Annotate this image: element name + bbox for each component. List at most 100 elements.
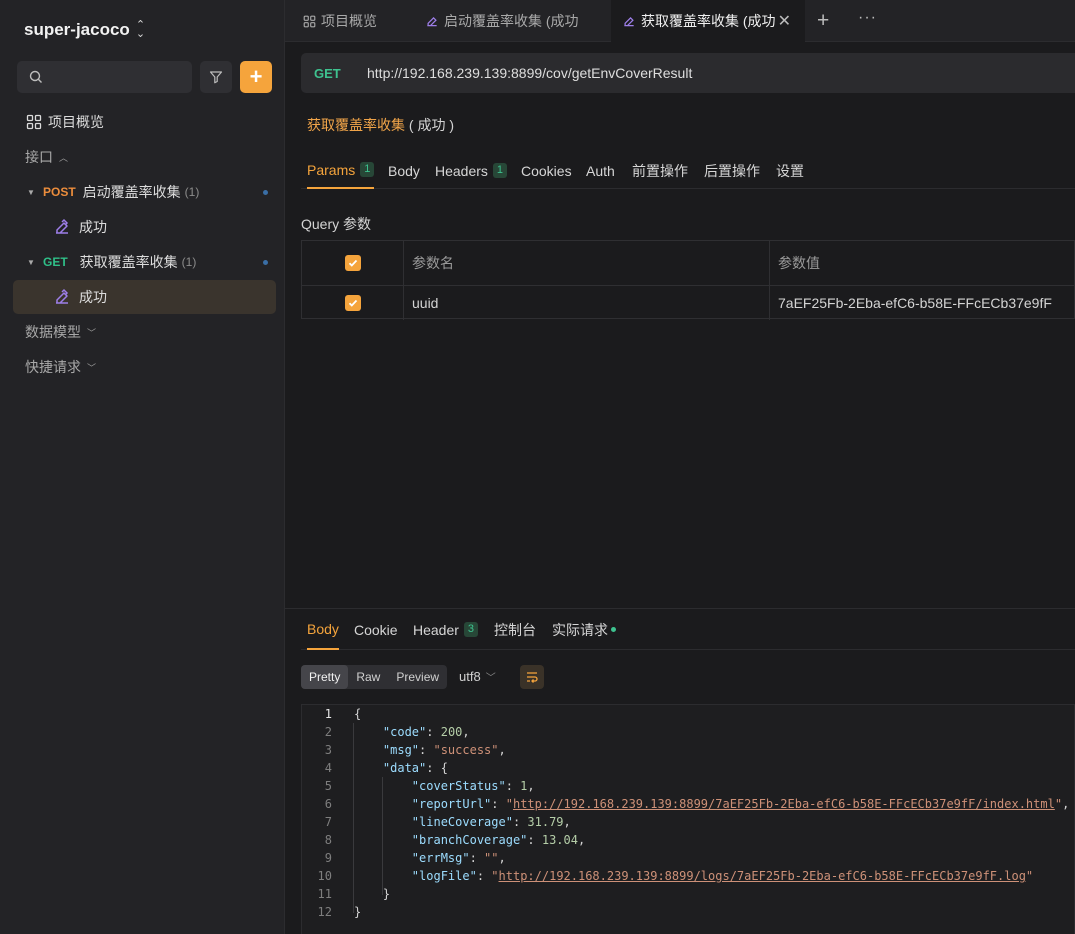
line-number: 7	[324, 815, 332, 829]
select-all-checkbox[interactable]	[345, 241, 361, 285]
column-header-value: 参数值	[778, 255, 820, 271]
sidebar-case-post-success[interactable]: 成功	[13, 210, 276, 244]
json-link-value[interactable]: http://192.168.239.139:8899/7aEF25Fb-2Eb…	[513, 797, 1055, 811]
tab-start-coverage[interactable]: 启动覆盖率收集 (成功	[409, 0, 611, 42]
json-value: 200	[440, 725, 463, 739]
query-params-table: 参数名 参数值 uuid 7aEF25Fb-2Eba-efC6-b58E-FFc…	[301, 240, 1075, 320]
status-dot	[263, 189, 268, 195]
tab-body[interactable]: Body	[388, 152, 420, 189]
code-line: 3 "msg": "success",	[302, 741, 506, 759]
param-value-cell[interactable]: 7aEF25Fb-2Eba-efC6-b58E-FFcECb37e9fF	[778, 286, 1052, 319]
tab-params[interactable]: Params 1	[307, 152, 375, 189]
tab-pre-actions[interactable]: 前置操作	[632, 152, 688, 189]
response-code-view[interactable]: 1{ 2 "code": 200, 3 "msg": "success", 4 …	[301, 704, 1075, 934]
sidebar-endpoint-post[interactable]: ▼ POST 启动覆盖率收集 (1)	[13, 175, 276, 209]
tab-overview[interactable]: 项目概览	[285, 0, 409, 42]
json-value: ""	[484, 851, 499, 865]
code-line: 6 "reportUrl": " http://192.168.239.139:8…	[302, 795, 1070, 813]
close-icon[interactable]: ✕	[778, 11, 791, 31]
caret-down-icon: ▼	[27, 187, 35, 197]
view-mode-switch: Pretty Raw Preview	[301, 665, 448, 689]
request-status: ( 成功 )	[408, 117, 454, 133]
tab-label: Body	[307, 620, 339, 637]
new-tab-plus-icon[interactable]: +	[817, 9, 829, 33]
json-value: "success"	[433, 743, 499, 757]
plus-icon: +	[249, 64, 263, 89]
status-dot	[611, 627, 616, 632]
json-key: "lineCoverage"	[411, 815, 513, 829]
tab-response-cookie[interactable]: Cookie	[354, 609, 398, 650]
json-key: "reportUrl"	[411, 797, 492, 811]
count-badge: 1	[360, 162, 375, 177]
grid-icon	[26, 114, 42, 130]
view-mode-pretty[interactable]: Pretty	[301, 665, 349, 689]
encoding-select[interactable]: utf8 ﹀	[459, 669, 496, 684]
code-line: 10 "logFile": " http://192.168.239.139:88…	[302, 867, 1034, 885]
encoding-value: utf8	[459, 669, 481, 684]
test-case-icon	[622, 14, 636, 28]
tab-auth[interactable]: Auth	[586, 152, 615, 189]
view-mode-preview[interactable]: Preview	[388, 665, 447, 689]
tab-label: Auth	[586, 162, 615, 179]
add-button[interactable]: +	[240, 61, 272, 93]
code-line: 11 }	[302, 885, 391, 903]
code-line: 12}	[302, 903, 362, 921]
project-name: super-jacoco	[24, 20, 130, 39]
line-number: 5	[324, 779, 332, 793]
case-label: 成功	[79, 289, 107, 305]
chevron-down-icon: ﹀	[87, 327, 97, 338]
param-name-cell[interactable]: uuid	[412, 286, 438, 319]
json-link-value[interactable]: http://192.168.239.139:8899/logs/7aEF25F…	[499, 869, 1026, 883]
tab-cookies[interactable]: Cookies	[521, 152, 572, 189]
tab-response-body[interactable]: Body	[307, 609, 339, 650]
code-line: 8 "branchCoverage": 13.04,	[302, 831, 585, 849]
case-label: 成功	[79, 219, 107, 235]
tab-actual-request[interactable]: 实际请求	[552, 609, 616, 650]
tab-label: 前置操作	[632, 162, 688, 179]
search-input[interactable]	[51, 69, 181, 85]
json-key: "coverStatus"	[411, 779, 506, 793]
project-switcher[interactable]: super-jacoco ⌃ ⌄	[24, 18, 145, 42]
column-header-name: 参数名	[412, 255, 454, 271]
json-value: 31.79	[527, 815, 564, 829]
sidebar: super-jacoco ⌃ ⌄ + 项目概览 接口 ︿ ▼ POST 启动覆盖率…	[0, 0, 285, 934]
view-mode-raw[interactable]: Raw	[348, 665, 388, 689]
sidebar-endpoint-get[interactable]: ▼ GET 获取覆盖率收集 (1)	[13, 245, 276, 279]
tab-label: 获取覆盖率收集 (成功	[641, 13, 775, 29]
sidebar-case-get-success[interactable]: 成功	[13, 280, 276, 314]
tab-get-coverage[interactable]: 获取覆盖率收集 (成功 ✕	[611, 0, 805, 42]
url-bar[interactable]: GET http://192.168.239.139:8899/cov/getE…	[301, 53, 1075, 93]
wrap-icon	[527, 672, 538, 683]
section-label: 数据模型	[25, 324, 81, 340]
more-icon[interactable]: ···	[858, 9, 877, 27]
sidebar-section-quick-request[interactable]: 快捷请求 ﹀	[13, 350, 276, 384]
sidebar-item-overview[interactable]: 项目概览	[13, 105, 276, 139]
method-badge: POST	[43, 185, 76, 199]
tab-settings[interactable]: 设置	[776, 152, 804, 189]
code-line: 1{	[302, 705, 361, 723]
url-input[interactable]: http://192.168.239.139:8899/cov/getEnvCo…	[367, 65, 692, 81]
search-box[interactable]	[17, 61, 192, 93]
sidebar-item-label: 项目概览	[48, 114, 104, 130]
code-line: 2 "code": 200,	[302, 723, 470, 741]
response-tabs: Body Cookie Header 3 控制台 实际请求	[301, 609, 1075, 650]
tab-label: Header	[413, 621, 459, 638]
line-number: 1	[324, 707, 332, 721]
tab-response-console[interactable]: 控制台	[494, 609, 536, 650]
tab-response-header[interactable]: Header 3	[413, 609, 479, 650]
row-checkbox[interactable]	[345, 286, 361, 319]
sidebar-section-data-model[interactable]: 数据模型 ﹀	[13, 315, 276, 349]
json-key: "logFile"	[411, 869, 477, 883]
table-header-row: 参数名 参数值	[302, 241, 1075, 286]
tab-label: Cookie	[354, 621, 398, 638]
tab-label: Params	[307, 161, 356, 178]
tab-post-actions[interactable]: 后置操作	[704, 152, 760, 189]
wrap-lines-button[interactable]	[520, 665, 544, 689]
method-label[interactable]: GET	[314, 66, 367, 81]
line-number: 4	[324, 761, 332, 775]
filter-button[interactable]	[200, 61, 232, 93]
tab-headers[interactable]: Headers 1	[435, 152, 508, 189]
json-key: "errMsg"	[411, 851, 470, 865]
tab-bar: 项目概览 启动覆盖率收集 (成功 获取覆盖率收集 (成功 ✕ + ···	[285, 0, 1075, 42]
sidebar-section-interfaces[interactable]: 接口 ︿	[13, 140, 276, 174]
